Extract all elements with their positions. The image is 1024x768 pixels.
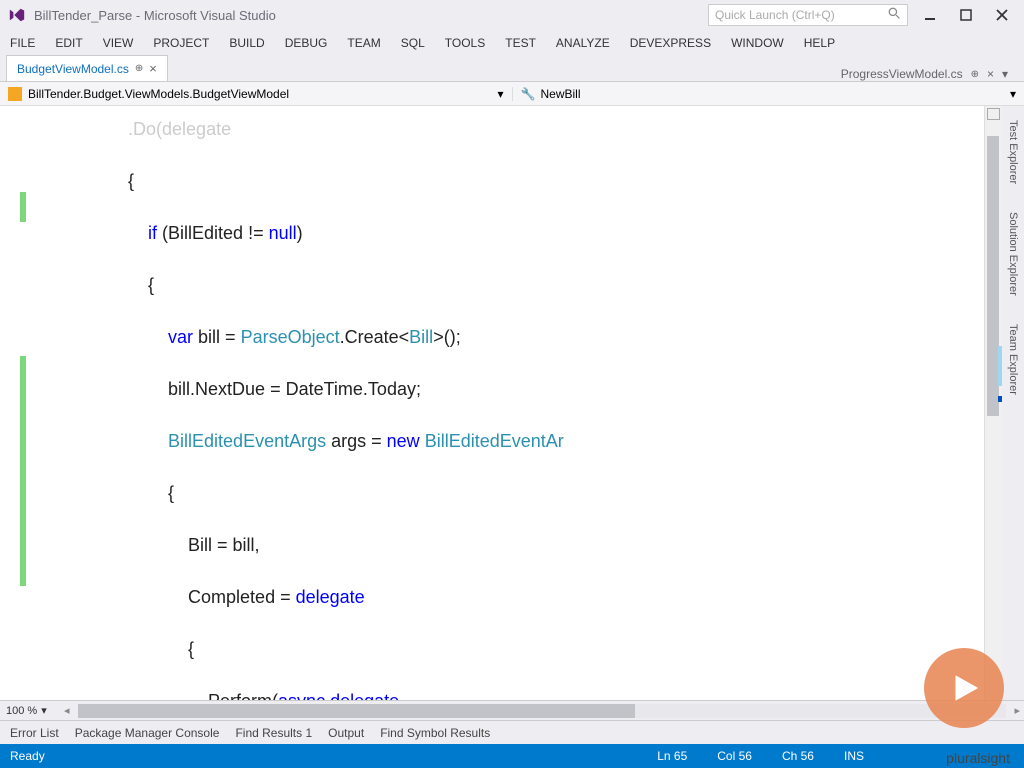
tab-team-explorer[interactable]: Team Explorer — [1005, 320, 1021, 399]
code-line: { — [28, 636, 984, 662]
menu-edit[interactable]: EDIT — [55, 36, 82, 50]
tab-package-manager[interactable]: Package Manager Console — [75, 726, 220, 740]
maximize-button[interactable] — [952, 3, 980, 27]
class-dropdown[interactable]: BillTender.Budget.ViewModels.BudgetViewM… — [0, 87, 513, 101]
chevron-down-icon: ▾ — [497, 87, 503, 101]
tab-progressviewmodel[interactable]: ProgressViewModel.cs ⊕ × ▾ — [841, 67, 1018, 81]
menu-view[interactable]: VIEW — [103, 36, 134, 50]
play-icon — [947, 671, 981, 705]
titlebar: BillTender_Parse - Microsoft Visual Stud… — [0, 0, 1024, 30]
menu-project[interactable]: PROJECT — [153, 36, 209, 50]
menu-debug[interactable]: DEBUG — [285, 36, 328, 50]
menu-analyze[interactable]: ANALYZE — [556, 36, 610, 50]
tab-right-label: ProgressViewModel.cs — [841, 67, 963, 81]
zoom-row: 100 % ▾ ◂ ▸ — [0, 700, 1024, 720]
code-line: Bill = bill, — [28, 532, 984, 558]
pin-icon[interactable]: ⊕ — [135, 63, 143, 74]
split-handle-icon[interactable] — [987, 108, 1000, 120]
menu-build[interactable]: BUILD — [229, 36, 264, 50]
minimize-button[interactable] — [916, 3, 944, 27]
menu-help[interactable]: HELP — [804, 36, 835, 50]
menu-file[interactable]: FILE — [10, 36, 35, 50]
editor-main: .Do(delegate { if (BillEdited != null) {… — [0, 106, 1024, 700]
menubar: FILE EDIT VIEW PROJECT BUILD DEBUG TEAM … — [0, 30, 1024, 56]
code-line: var bill = ParseObject.Create<Bill>(); — [28, 324, 984, 350]
code-line: Perform(async delegate — [28, 688, 984, 700]
code-editor[interactable]: .Do(delegate { if (BillEdited != null) {… — [28, 106, 984, 700]
status-ch: Ch 56 — [782, 749, 814, 763]
status-ready: Ready — [10, 749, 45, 763]
chevron-down-icon[interactable]: ▾ — [1002, 67, 1008, 81]
tab-find-results[interactable]: Find Results 1 — [235, 726, 312, 740]
window-title: BillTender_Parse - Microsoft Visual Stud… — [34, 8, 276, 23]
document-tabs: BudgetViewModel.cs ⊕ × ProgressViewModel… — [0, 56, 1024, 82]
property-icon: 🔧 — [521, 87, 535, 101]
code-line: { — [28, 272, 984, 298]
status-ins: INS — [844, 749, 864, 763]
status-col: Col 56 — [717, 749, 752, 763]
status-line: Ln 65 — [657, 749, 687, 763]
zoom-dropdown[interactable]: 100 % ▾ — [0, 704, 60, 717]
tab-label: BudgetViewModel.cs — [17, 62, 129, 76]
minimap-mark — [998, 346, 1002, 386]
code-line: { — [28, 480, 984, 506]
scroll-right-icon[interactable]: ▸ — [1010, 704, 1024, 717]
menu-test[interactable]: TEST — [505, 36, 536, 50]
play-button-overlay[interactable] — [924, 648, 1004, 728]
code-nav-bar: BillTender.Budget.ViewModels.BudgetViewM… — [0, 82, 1024, 106]
minimap-caret-mark — [998, 396, 1002, 402]
change-mark — [20, 192, 26, 222]
horizontal-scrollbar[interactable] — [78, 704, 1007, 718]
vertical-scrollbar[interactable] — [984, 106, 1002, 700]
tab-find-symbol[interactable]: Find Symbol Results — [380, 726, 490, 740]
member-dropdown[interactable]: 🔧 NewBill ▾ — [513, 87, 1024, 101]
class-icon — [8, 87, 22, 101]
menu-sql[interactable]: SQL — [401, 36, 425, 50]
brand-watermark: pluralsight — [946, 750, 1010, 766]
class-name: BillTender.Budget.ViewModels.BudgetViewM… — [28, 87, 289, 101]
quick-launch[interactable] — [708, 4, 908, 26]
close-icon[interactable]: × — [149, 61, 157, 76]
chevron-down-icon: ▾ — [41, 704, 47, 717]
tab-error-list[interactable]: Error List — [10, 726, 59, 740]
scrollbar-thumb[interactable] — [78, 704, 635, 718]
menu-window[interactable]: WINDOW — [731, 36, 784, 50]
code-line: BillEditedEventArgs args = new BillEdite… — [28, 428, 984, 454]
tab-test-explorer[interactable]: Test Explorer — [1005, 116, 1021, 188]
pin-icon[interactable]: ⊕ — [971, 69, 979, 80]
tab-solution-explorer[interactable]: Solution Explorer — [1005, 208, 1021, 300]
statusbar: Ready Ln 65 Col 56 Ch 56 INS — [0, 744, 1024, 768]
menu-devexpress[interactable]: DEVEXPRESS — [630, 36, 711, 50]
close-icon[interactable]: × — [987, 67, 994, 81]
search-icon — [888, 7, 901, 23]
member-name: NewBill — [541, 87, 581, 101]
bottom-panel-tabs: Error List Package Manager Console Find … — [0, 720, 1024, 744]
vs-logo-icon — [8, 6, 26, 24]
code-line: Completed = delegate — [28, 584, 984, 610]
close-button[interactable] — [988, 3, 1016, 27]
scroll-left-icon[interactable]: ◂ — [60, 704, 74, 717]
chevron-down-icon: ▾ — [1010, 87, 1016, 101]
change-mark — [20, 356, 26, 586]
tab-output[interactable]: Output — [328, 726, 364, 740]
quick-launch-input[interactable] — [715, 8, 888, 22]
code-line: .Do(delegate — [28, 116, 984, 142]
editor-margin — [0, 106, 28, 700]
zoom-value: 100 % — [6, 705, 37, 717]
code-line: { — [28, 168, 984, 194]
tab-budgetviewmodel[interactable]: BudgetViewModel.cs ⊕ × — [6, 55, 168, 81]
side-panel-tabs: Test Explorer Solution Explorer Team Exp… — [1002, 106, 1024, 700]
menu-tools[interactable]: TOOLS — [445, 36, 485, 50]
menu-team[interactable]: TEAM — [347, 36, 380, 50]
code-line: bill.NextDue = DateTime.Today; — [28, 376, 984, 402]
code-line: if (BillEdited != null) — [28, 220, 984, 246]
